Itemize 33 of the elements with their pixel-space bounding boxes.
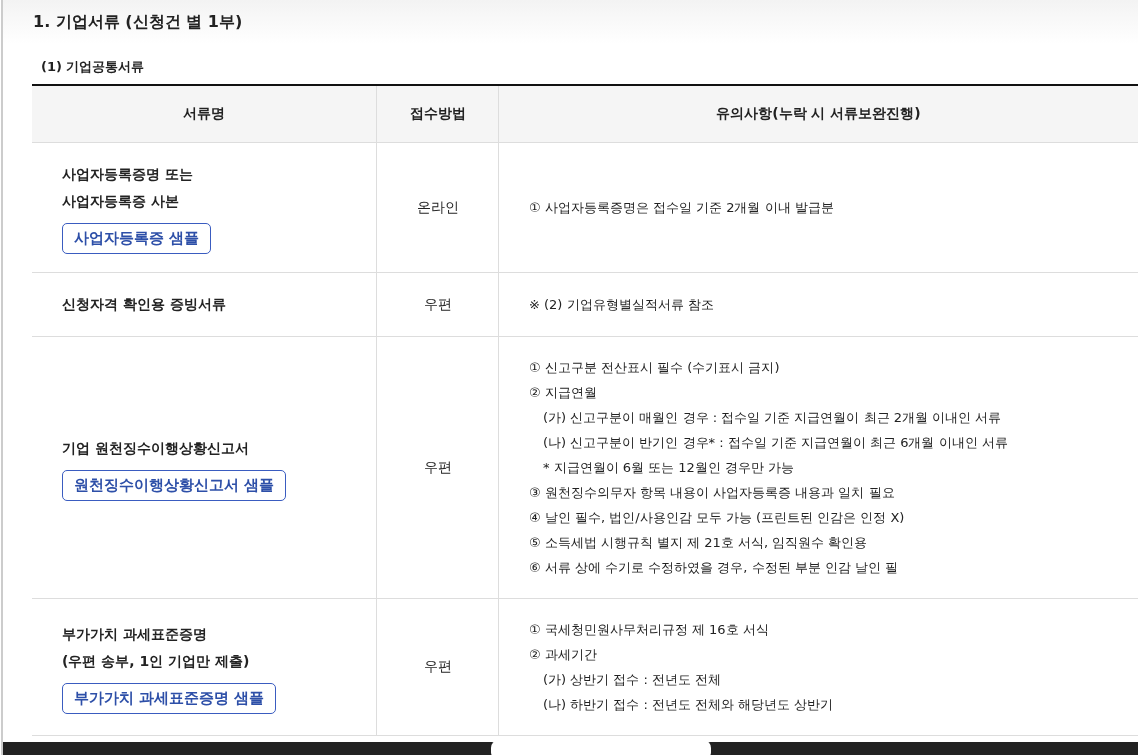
column-header: 유의사항(누락 시 서류보완진행) [715, 104, 922, 123]
note-line: ① 국세청민원사무처리규정 제 16호 서식 [529, 621, 770, 639]
note-line: (나) 하반기 접수 : 전년도 전체와 해당년도 상반기 [542, 696, 835, 714]
note-line: ① 사업자등록증명은 접수일 기준 2개월 이내 발급분 [529, 199, 835, 217]
sample-button[interactable]: 원천징수이행상황신고서 샘플 [62, 469, 287, 501]
column-header: 서류명 [32, 86, 377, 142]
note-line: (가) 신고구분이 매월인 경우 : 접수일 기준 지급연월이 최근 2개월 이내인 서류 [542, 409, 1003, 427]
document-name: 기업 원천징수이행상황신고서 [62, 438, 250, 458]
submission-method: 우편 [423, 458, 452, 477]
note-line: ⑥ 서류 상에 수기로 수정하였을 경우, 수정된 부분 인감 날인 필 [529, 559, 900, 577]
sample-button[interactable]: 부가가치 과세표준증명 샘플 [62, 682, 277, 714]
note-line: ① 신고구분 전산표시 필수 (수기표시 금지) [529, 359, 781, 377]
subsection-title: (1) 기업공통서류 [41, 58, 146, 76]
sample-button[interactable]: 사업자등록증 샘플 [62, 223, 212, 254]
document-name: 신청자격 확인용 증빙서류 [62, 295, 227, 314]
note-line: ② 지급연월 [529, 384, 598, 402]
submission-method: 우편 [423, 658, 452, 676]
note-line: (가) 상반기 접수 : 전년도 전체 [542, 671, 723, 689]
document-name: (우편 송부, 1인 기업만 제출) [62, 651, 251, 671]
note-line: ④ 날인 필수, 법인/사용인감 모두 가능 (프린트된 인감은 인정 X) [529, 509, 906, 527]
note-line: ⑤ 소득세법 시행규칙 별지 제 21호 서식, 임직원수 확인용 [529, 534, 869, 552]
section-title: 1. 기업서류 (신청건 별 1부) [33, 11, 243, 33]
note-line: ② 과세기간 [529, 646, 598, 664]
document-name: 사업자등록증명 또는 [62, 165, 194, 184]
note-line: * 지급연월이 6월 또는 12월인 경우만 가능 [542, 459, 796, 477]
column-header: 접수방법 [377, 86, 499, 142]
document-name: 사업자등록증 사본 [62, 192, 180, 211]
submission-method: 우편 [423, 295, 452, 314]
note-line: ③ 원천징수의무자 항목 내용이 사업자등록증 내용과 일치 필요 [529, 484, 896, 502]
document-name: 부가가치 과세표준증명 [62, 624, 208, 644]
submission-method: 온라인 [416, 198, 459, 217]
note-line: ※ (2) 기업유형별실적서류 참조 [529, 296, 715, 314]
note-line: (나) 신고구분이 반기인 경우* : 접수일 기준 지급연월이 최근 6개월 이내인 서류 [542, 434, 1009, 452]
